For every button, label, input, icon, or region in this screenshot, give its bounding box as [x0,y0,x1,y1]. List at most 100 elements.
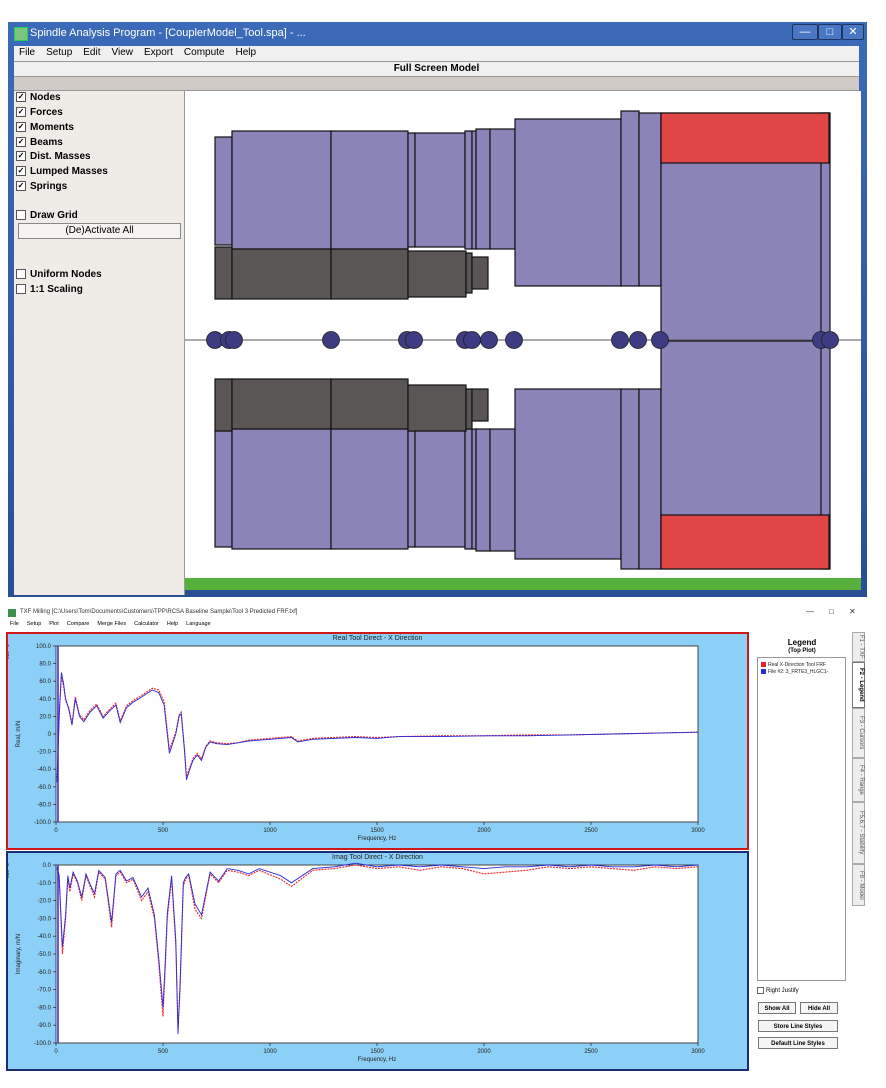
maximize-button[interactable]: □ [818,24,842,40]
tab-legend[interactable]: F2 - Legend [852,662,865,708]
beam-element [620,110,640,287]
txf-minimize-button[interactable]: — [806,607,814,616]
menu-edit[interactable]: Edit [78,46,106,58]
legend-item[interactable]: File #2: 3_FRTE3_HLGC1- [761,669,828,675]
txf-menu-compare[interactable]: Compare [63,621,94,627]
menu-view[interactable]: View [107,46,140,58]
model-canvas[interactable] [185,91,861,578]
y-tick-label: -40.0 [37,767,51,773]
txf-window-title: TXF Milling [C:\Users\Tom\Documents\Cust… [20,609,298,615]
x-tick-label: 1000 [263,828,277,834]
menu-setup[interactable]: Setup [41,46,78,58]
x-tick-label: 2500 [584,828,598,834]
x-tick-label: 3000 [691,828,705,834]
node-marker [505,331,523,349]
tab-range[interactable]: F4 - Range [852,758,865,802]
moments-checkbox[interactable]: ✓ Moments [16,122,74,136]
uniform-nodes-checkbox[interactable]: Uniform Nodes [16,269,102,283]
y-tick-label: -20.0 [37,750,51,756]
x-tick-label: 2500 [584,1049,598,1055]
checkbox-label: Draw Grid [30,210,78,221]
y-tick-label: -50.0 [37,952,51,958]
beam-element [464,428,473,550]
tab-txf[interactable]: F1 - TXF [852,632,865,662]
tab-cursors[interactable]: F3 - Cursors [852,708,865,758]
springs-checkbox[interactable]: ✓ Springs [16,181,67,195]
menu-file[interactable]: File [14,46,41,58]
txf-menu-file[interactable]: File [6,621,23,627]
imag-plot-panel[interactable]: Imag Tool Direct - X Direction 0.0 -10.0-… [6,851,749,1071]
txf-menu-merge[interactable]: Merge Files [93,621,130,627]
beam-element [231,428,332,550]
plot-area [55,864,699,1044]
menu-compute[interactable]: Compute [179,46,231,58]
beam-element [638,112,662,287]
node-marker [651,331,669,349]
checkbox-box [16,210,26,221]
y-tick-label: 40.0 [39,697,51,703]
right-justify-checkbox[interactable]: Right Justify [757,987,799,994]
deactivate-all-button[interactable]: (De)Activate All [18,223,181,239]
txf-menu-setup[interactable]: Setup [23,621,45,627]
forces-checkbox[interactable]: ✓ Forces [16,107,63,121]
txf-menu-help[interactable]: Help [163,621,182,627]
checkbox-box: ✓ [16,92,26,103]
checkbox-label: Lumped Masses [30,166,108,177]
hide-all-button[interactable]: Hide All [800,1002,838,1014]
x-tick-label: 500 [158,1049,169,1055]
side-tabs: F1 - TXF F2 - Legend F3 - Cursors F4 - R… [852,632,866,932]
node-marker [629,331,647,349]
checkbox-box: ✓ [16,107,26,118]
txf-menu-calculator[interactable]: Calculator [130,621,163,627]
beams-checkbox[interactable]: ✓ Beams [16,137,63,151]
beam-element [231,130,332,250]
ground-bar [185,578,861,590]
txf-maximize-button[interactable]: □ [829,607,834,616]
txf-menu-plot[interactable]: Plot [45,621,62,627]
legend-subtitle: (Top Plot) [788,648,816,654]
nodes-checkbox[interactable]: ✓ Nodes [16,92,61,106]
model-header: Full Screen Model [14,61,859,77]
beam-element [214,136,233,246]
beam-element [407,132,416,248]
y-axis-label: Real, m/N [16,721,22,748]
checkbox-box: ✓ [16,181,26,192]
y-tick-label: -10.0 [37,881,51,887]
txf-close-button[interactable]: ✕ [849,607,856,616]
legend-swatch [761,669,766,675]
y-axis-label: Imaginary, m/N [16,934,22,974]
y-tick-label: 0 [48,732,52,738]
y-tick-label: -100.0 [34,1041,52,1047]
tab-model[interactable]: F8 - Model [852,864,865,906]
default-line-styles-button[interactable]: Default Line Styles [758,1037,838,1049]
close-button[interactable]: ✕ [842,24,864,40]
checkbox-label: Dist. Masses [30,151,91,162]
show-all-button[interactable]: Show All [758,1002,796,1014]
x-tick-label: 1500 [370,828,384,834]
checkbox-box: ✓ [16,122,26,133]
checkbox-box [757,987,764,994]
real-plot-chart: 100.0 80.0 60.0 40.0 20.0 0 -20.0 -40.0 -60.0 -80… [8,644,705,842]
draw-grid-checkbox[interactable]: Draw Grid [16,210,78,224]
beam-element [407,430,416,548]
dist-mass-element [407,384,467,432]
x-tick-label: 2000 [477,828,491,834]
x-tick-label: 3000 [691,1049,705,1055]
menu-export[interactable]: Export [139,46,179,58]
scaling-checkbox[interactable]: 1:1 Scaling [16,284,83,298]
minimize-button[interactable]: — [792,24,818,40]
menu-bar: File Setup Edit View Export Compute Help [14,46,859,61]
txf-menu-language[interactable]: Language [182,621,214,627]
tab-stability[interactable]: F5,6,7 - Stability [852,802,865,864]
y-tick-label: -20.0 [37,899,51,905]
real-plot-panel[interactable]: Real Tool Direct - X Direction 100.0 80.0… [6,632,749,850]
checkbox-label: Forces [30,107,63,118]
lumped-masses-checkbox[interactable]: ✓ Lumped Masses [16,166,108,180]
x-tick-label: 1500 [370,1049,384,1055]
menu-help[interactable]: Help [230,46,262,58]
store-line-styles-button[interactable]: Store Line Styles [758,1020,838,1032]
x-tick-label: 0 [54,828,58,834]
y-tick-label: -40.0 [37,934,51,940]
legend-item[interactable]: Real X-Direction Tool FRF [761,662,826,668]
dist-masses-checkbox[interactable]: ✓ Dist. Masses [16,151,91,165]
